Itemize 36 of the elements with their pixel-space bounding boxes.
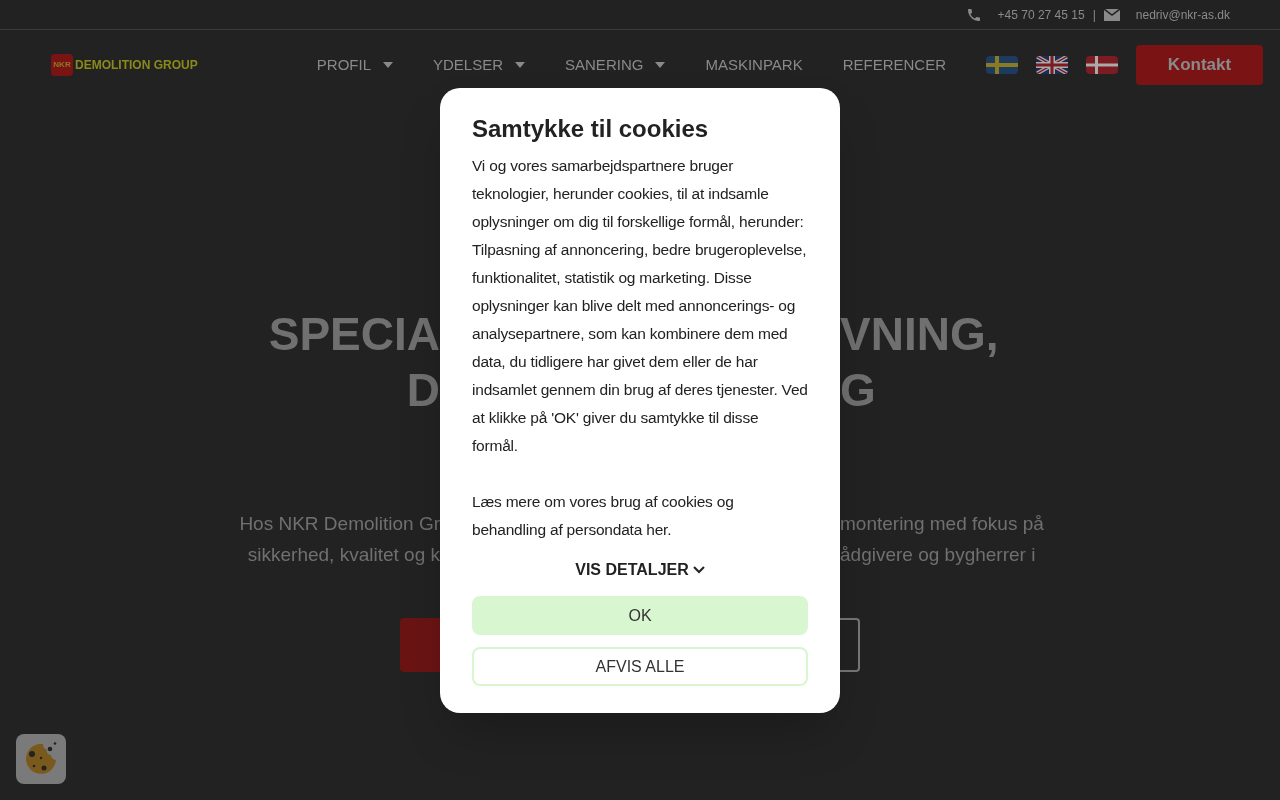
hero-heading: D — [405, 363, 440, 418]
hero-text: montering med fokus på — [840, 512, 1045, 536]
cookie-settings-button[interactable] — [16, 734, 66, 784]
nav-link[interactable]: YDELSER — [413, 53, 546, 77]
logo-mark[interactable]: NKR — [51, 54, 73, 76]
mail-icon — [1103, 8, 1120, 21]
hero-heading: VNING, — [840, 307, 1000, 362]
hero-text: ådgivere og bygherrer i — [840, 543, 1037, 567]
contact-button[interactable]: Kontakt — [1136, 45, 1263, 85]
hero-heading: G — [840, 363, 877, 418]
dialog-title: Samtykke til cookies — [472, 114, 710, 144]
flag-icon[interactable] — [1036, 56, 1068, 74]
nav-link[interactable]: SANERING — [545, 53, 686, 77]
phone-icon — [965, 6, 982, 23]
nav-link[interactable]: REFERENCER — [822, 53, 966, 77]
dialog-text: Vi og vores samarbejdspartnere bruger teknologier, herunder cookies, til at indsamle oplysninger om dig til forskellige formål, herunder: Tilpasning af annoncering, bedre brugeroplevelse, funktionalitet, statistik og marketing. Disse oplysninger kan blive delt med annoncerings- og analysepartnere, som kan kombinere dem med data, du tidligere har givet dem eller de har indsamlet gennem din brug af deres tjenester. Ved at klikke på 'OK' giver du samtykke til disse formål. — [472, 156, 808, 456]
dialog-text: Læs mere om vores brug af cookies og behandling af persondata her. — [472, 492, 735, 540]
accept-button[interactable]: OK — [472, 596, 808, 635]
chevron-down-icon — [692, 566, 705, 574]
details-toggle[interactable]: VIS DETALJER — [575, 558, 705, 582]
flag-icon[interactable] — [1086, 56, 1118, 74]
cookie-icon — [24, 742, 58, 776]
separator: | — [1092, 6, 1096, 24]
caret-icon — [655, 62, 666, 68]
logo-text[interactable]: DEMOLITION GROUP — [75, 56, 198, 74]
phone-number[interactable]: +45 70 27 45 15 — [997, 5, 1085, 24]
flag-icon[interactable] — [986, 56, 1018, 74]
email-address[interactable]: nedriv@nkr-as.dk — [1135, 5, 1230, 24]
nav-link[interactable]: PROFIL — [296, 53, 413, 77]
nav-link[interactable]: MASKINPARK — [685, 53, 823, 77]
caret-icon — [383, 62, 393, 68]
caret-icon — [515, 62, 526, 68]
reject-button[interactable]: AFVIS ALLE — [472, 647, 808, 686]
hero-text: sikkerhed, kvalitet og k — [246, 543, 440, 567]
hero-text: Hos NKR Demolition Gr — [238, 512, 440, 536]
hero-heading: SPECIA — [267, 307, 440, 362]
